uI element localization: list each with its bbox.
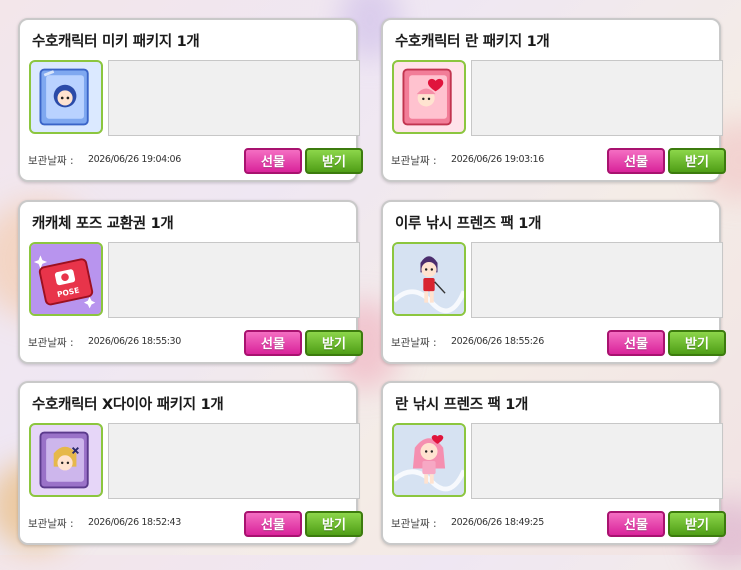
storage-date-label: 보관날짜 : xyxy=(28,155,74,167)
storage-date-value: 2026/06/26 18:52:43 xyxy=(88,517,181,528)
item-title: 수호캐릭터 란 패키지 1개 xyxy=(395,34,550,50)
storage-item-card: 수호캐릭터 란 패키지 1개 보관날짜 : 2026/06/26 19:03:1… xyxy=(381,18,726,182)
ran-character-icon xyxy=(392,423,466,497)
message-box xyxy=(108,242,360,318)
message-box xyxy=(471,242,723,318)
item-title: 란 낚시 프렌즈 팩 1개 xyxy=(395,397,529,413)
gift-button[interactable]: 선물 xyxy=(607,511,665,537)
pink-heart-package-icon xyxy=(392,60,466,134)
storage-date-value: 2026/06/26 18:55:30 xyxy=(88,336,181,347)
item-title: 수호캐릭터 X다이아 패키지 1개 xyxy=(32,397,224,413)
message-box xyxy=(471,60,723,136)
storage-item-grid: 수호캐릭터 미키 패키지 1개 보관날짜 : 2026/06/26 19:04:… xyxy=(0,0,741,555)
storage-date-label: 보관날짜 : xyxy=(28,337,74,349)
blue-package-icon xyxy=(29,60,103,134)
message-box xyxy=(471,423,723,499)
message-box xyxy=(108,60,360,136)
storage-date-value: 2026/06/26 19:04:06 xyxy=(88,154,181,165)
receive-button[interactable]: 받기 xyxy=(305,148,363,174)
storage-item-card: 수호캐릭터 X다이아 패키지 1개 보관날짜 : 2026/06/26 18:5… xyxy=(18,381,363,545)
storage-date-value: 2026/06/26 19:03:16 xyxy=(451,154,544,165)
receive-button[interactable]: 받기 xyxy=(305,330,363,356)
item-title: 이루 낚시 프렌즈 팩 1개 xyxy=(395,216,542,232)
storage-date-label: 보관날짜 : xyxy=(28,518,74,530)
storage-date-label: 보관날짜 : xyxy=(391,518,437,530)
storage-item-card: 수호캐릭터 미키 패키지 1개 보관날짜 : 2026/06/26 19:04:… xyxy=(18,18,363,182)
purple-package-icon xyxy=(29,423,103,497)
gift-button[interactable]: 선물 xyxy=(244,330,302,356)
storage-date-label: 보관날짜 : xyxy=(391,337,437,349)
pose-ticket-icon: POSE xyxy=(29,242,103,316)
receive-button[interactable]: 받기 xyxy=(305,511,363,537)
storage-date-label: 보관날짜 : xyxy=(391,155,437,167)
receive-button[interactable]: 받기 xyxy=(668,511,726,537)
gift-button[interactable]: 선물 xyxy=(607,148,665,174)
gift-button[interactable]: 선물 xyxy=(244,148,302,174)
gift-button[interactable]: 선물 xyxy=(244,511,302,537)
item-title: 캐캐체 포즈 교환권 1개 xyxy=(32,216,174,232)
storage-date-value: 2026/06/26 18:55:26 xyxy=(451,336,544,347)
receive-button[interactable]: 받기 xyxy=(668,148,726,174)
storage-item-card: 란 낚시 프렌즈 팩 1개 보관날짜 : 2026/06/26 18:49:25… xyxy=(381,381,726,545)
message-box xyxy=(108,423,360,499)
item-title: 수호캐릭터 미키 패키지 1개 xyxy=(32,34,200,50)
receive-button[interactable]: 받기 xyxy=(668,330,726,356)
storage-date-value: 2026/06/26 18:49:25 xyxy=(451,517,544,528)
storage-item-card: 이루 낚시 프렌즈 팩 1개 보관날짜 : 2026/06/26 18:55:2… xyxy=(381,200,726,364)
gift-button[interactable]: 선물 xyxy=(607,330,665,356)
iru-character-icon xyxy=(392,242,466,316)
storage-item-card: 캐캐체 포즈 교환권 1개 POSE 보관날짜 : 2026/06/26 18:… xyxy=(18,200,363,364)
